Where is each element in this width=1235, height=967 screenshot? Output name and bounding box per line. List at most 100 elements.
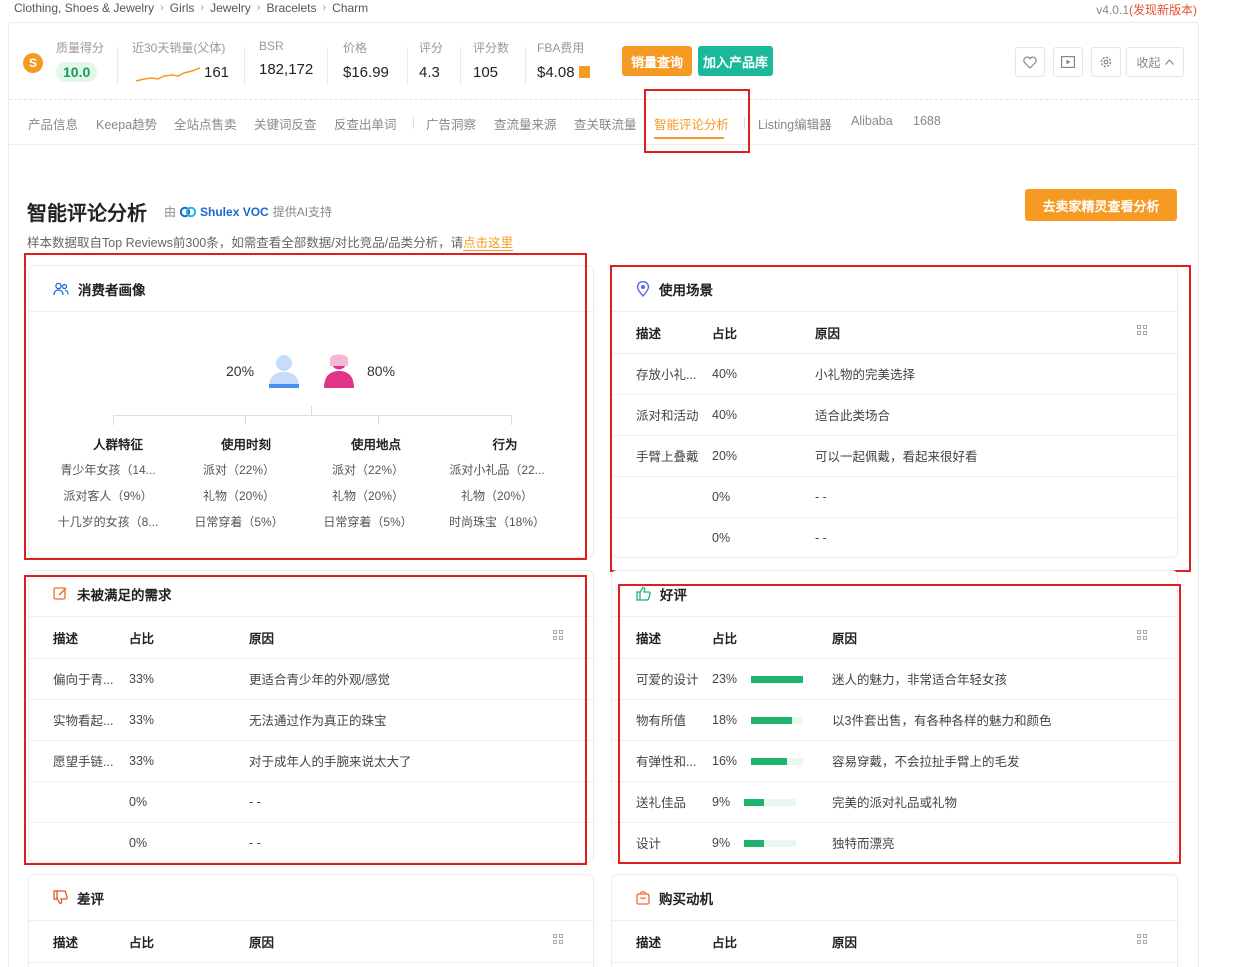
persona-tag: 派对（22%） [331, 463, 405, 477]
chevron-right-icon: › [200, 2, 205, 14]
new-version-link[interactable]: (发现新版本) [1129, 3, 1197, 17]
column-header-share: 占比 [129, 617, 249, 659]
review-count-value: 105 [473, 64, 499, 81]
card-title: 未被满足的需求 [77, 587, 172, 603]
tab-1688[interactable]: 1688 [913, 114, 941, 128]
shulex-logo-icon [180, 206, 197, 217]
collapse-button[interactable]: 收起 [1126, 47, 1184, 77]
view-analysis-button[interactable]: 去卖家精灵查看分析 [1025, 189, 1177, 221]
row-desc: 派对和活动 [612, 394, 712, 436]
version-label[interactable]: v4.0.1(发现新版本) [1096, 1, 1197, 18]
brand-name[interactable]: Shulex VOC [200, 205, 269, 219]
breadcrumb-item[interactable]: Bracelets [266, 1, 316, 15]
persona-tag: 日常穿着（5%） [323, 515, 413, 529]
tab-order-keywords[interactable]: 反查出单词 [334, 114, 397, 133]
table-row: 愿望手链... 33% 对于成年人的手腕来说太大了 [29, 740, 593, 782]
table-header-row: 描述 占比 原因 [612, 617, 1177, 659]
tab-alibaba[interactable]: Alibaba [851, 114, 893, 128]
layout-toggle[interactable] [1137, 312, 1177, 354]
row-share: 33% [129, 658, 249, 700]
tree-connector [378, 415, 379, 425]
layout-toggle[interactable] [1137, 617, 1177, 659]
video-button[interactable] [1053, 47, 1083, 77]
quality-score: 质量得分 10.0 [56, 39, 104, 82]
tab-traffic-source[interactable]: 查流量来源 [494, 114, 557, 133]
grid-icon [1137, 630, 1148, 641]
persona-tag: 礼物（20%） [331, 489, 405, 503]
positive-reviews-table: 描述 占比 原因 可爱的设计 23% 迷人的魅力，非常适合年轻女孩 物有所值 18% 以… [612, 617, 1177, 862]
fba-fee-label: FBA费用 [537, 41, 585, 55]
quality-score-value: 10.0 [56, 62, 98, 82]
divider [244, 47, 245, 85]
price-label: 价格 [343, 41, 368, 55]
row-desc [612, 476, 712, 518]
row-desc: 物有所值 [612, 699, 712, 741]
breadcrumb-item[interactable]: Jewelry [210, 1, 251, 15]
row-reason: 更适合青少年的外观/感觉 [249, 658, 593, 700]
fba-fee: FBA费用 $4.08 [537, 39, 590, 81]
row-desc [29, 781, 129, 823]
table-row: 送礼佳品 9% 完美的派对礼品或礼物 [612, 781, 1177, 823]
column-header-reason: 原因 [249, 921, 553, 963]
add-to-library-button[interactable]: 加入产品库 [698, 46, 773, 76]
table-row: 有弹性和... 16% 容易穿戴，不会拉扯手臂上的毛发 [612, 740, 1177, 782]
calculator-icon[interactable] [578, 66, 590, 78]
chevron-up-icon [1164, 59, 1174, 65]
tab-all-sites[interactable]: 全站点售卖 [174, 114, 237, 133]
rating-value: 4.3 [419, 64, 440, 81]
usage-table: 描述 占比 原因 存放小礼... 40% 小礼物的完美选择 派对和活动 40% 适合此类… [612, 312, 1177, 557]
row-reason: 小礼物的完美选择 [815, 353, 1177, 395]
price-value: $16.99 [343, 64, 389, 81]
tab-related-traffic[interactable]: 查关联流量 [574, 114, 637, 133]
breadcrumb-item[interactable]: Girls [170, 1, 195, 15]
table-header-row: 描述 占比 原因 [29, 617, 593, 659]
breadcrumb-item[interactable]: Charm [332, 1, 368, 15]
persona-tag: 礼物（20%） [460, 489, 534, 503]
share-bar-fill [751, 675, 804, 683]
location-pin-icon [636, 280, 650, 297]
favorite-button[interactable] [1015, 47, 1045, 77]
tab-keyword-reverse[interactable]: 关键词反查 [254, 114, 317, 133]
layout-toggle[interactable] [553, 921, 593, 963]
tab-ad-insight[interactable]: 广告洞察 [426, 114, 476, 133]
quality-score-label: 质量得分 [56, 41, 105, 55]
column-header-share: 占比 [712, 312, 815, 354]
row-share: 9% [712, 794, 731, 809]
male-percentage: 20% [226, 363, 255, 379]
click-here-link[interactable]: 点击这里 [463, 236, 514, 251]
negative-reviews-table: 描述 占比 原因 [29, 921, 593, 963]
play-icon [1061, 56, 1075, 68]
persona-tag: 礼物（20%） [202, 489, 276, 503]
table-row: 实物看起... 33% 无法通过作为真正的珠宝 [29, 699, 593, 741]
settings-button[interactable] [1091, 47, 1121, 77]
card-header: 使用场景 [612, 266, 1177, 312]
sales-query-button[interactable]: 销量查询 [622, 46, 692, 76]
breadcrumb-item[interactable]: Clothing, Shoes & Jewelry [14, 1, 154, 15]
tab-product-info[interactable]: 产品信息 [28, 114, 78, 133]
tab-keepa[interactable]: Keepa趋势 [96, 114, 157, 133]
divider [413, 117, 414, 129]
column-header-desc: 描述 [612, 921, 712, 963]
table-row: 0% - - [29, 822, 593, 862]
table-row: 派对和活动 40% 适合此类场合 [612, 394, 1177, 436]
row-reason: - - [249, 835, 261, 850]
male-avatar-icon [269, 355, 299, 388]
row-reason: - - [815, 530, 827, 545]
table-row: 0% - - [612, 517, 1177, 557]
tab-review-analysis[interactable]: 智能评论分析 [654, 114, 729, 133]
tab-listing-editor[interactable]: Listing编辑器 [758, 114, 832, 133]
layout-toggle[interactable] [1137, 921, 1177, 963]
column-header-reason: 原因 [832, 921, 1137, 963]
sample-note: 样本数据取自Top Reviews前300条，如需查看全部数据/对比竞品/品类分… [27, 232, 514, 251]
thumbs-up-icon [636, 586, 651, 601]
row-share: 23% [712, 671, 738, 686]
unmet-needs-card: 未被满足的需求 描述 占比 原因 偏向于青... 33% 更适合青少年的外观/感觉 … [28, 570, 594, 863]
row-reason: 无法通过作为真正的珠宝 [249, 699, 593, 741]
table-header-row: 描述 占比 原因 [29, 921, 593, 963]
layout-toggle[interactable] [553, 617, 593, 659]
card-title: 差评 [77, 891, 104, 907]
female-percentage: 80% [367, 363, 396, 379]
sales-trend-sparkline-icon[interactable] [136, 67, 200, 83]
share-bar [744, 839, 797, 847]
price: 价格 $16.99 [343, 39, 389, 81]
